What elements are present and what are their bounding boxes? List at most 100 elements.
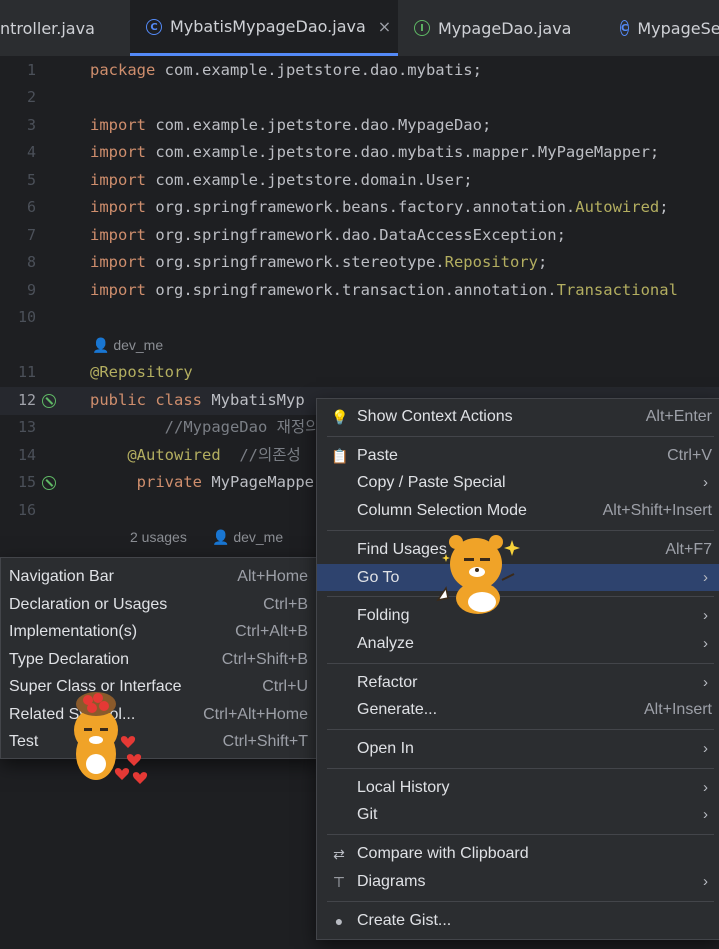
menu-item-label: Show Context Actions — [357, 408, 513, 425]
code-token: import — [90, 198, 156, 216]
code-line[interactable]: 5 import com.example.jpetstore.domain.Use… — [0, 167, 719, 195]
tab-controller[interactable]: ntroller.java — [0, 0, 130, 56]
menu-item-create-gist[interactable]: ● Create Gist... — [317, 907, 719, 934]
code-line[interactable]: 6 import org.springframework.beans.factor… — [0, 194, 719, 222]
menu-item-label: Refactor — [357, 673, 418, 691]
implemented-gutter-icon[interactable] — [42, 476, 56, 490]
menu-item-shortcut: Alt+Shift+Insert — [602, 502, 712, 520]
menu-item-show-context-actions[interactable]: 💡 Show Context Actions Alt+Enter — [317, 403, 719, 430]
submenu-item-navigation-bar[interactable]: Navigation Bar Alt+Home — [1, 563, 320, 590]
submenu-item-declaration-or-usages[interactable]: Declaration or Usages Ctrl+B — [1, 591, 320, 618]
submenu-item-super-class-or-interface[interactable]: Super Class or Interface Ctrl+U — [1, 673, 320, 700]
chevron-right-icon: › — [703, 872, 708, 890]
show-context-actions-icon: 💡 — [331, 409, 349, 425]
code-text: import com.example.jpetstore.dao.MypageD… — [90, 112, 491, 140]
line-number[interactable]: 11 — [0, 359, 36, 387]
code-line[interactable]: 9 import org.springframework.transaction.… — [0, 277, 719, 305]
ryan-hearts-sticker-icon — [74, 692, 148, 784]
menu-item-shortcut: Ctrl+Shift+B — [221, 650, 308, 668]
ryan-sticker-icon — [436, 535, 520, 614]
code-line[interactable]: 2 — [0, 84, 719, 112]
code-token: public class — [90, 391, 212, 409]
line-number[interactable]: 1 — [0, 57, 36, 85]
code-line[interactable]: 11 @Repository — [0, 359, 719, 387]
code-text: @Repository — [90, 359, 193, 387]
code-token: import — [90, 253, 156, 271]
code-token: import — [90, 116, 156, 134]
chevron-right-icon: › — [703, 673, 708, 691]
line-number[interactable]: 13 — [0, 414, 36, 442]
chevron-right-icon: › — [703, 806, 708, 824]
menu-item-label: Analyze — [357, 634, 414, 652]
line-number[interactable]: 6 — [0, 194, 36, 222]
code-line[interactable]: 4 import com.example.jpetstore.dao.mybati… — [0, 139, 719, 167]
code-line[interactable]: 10 — [0, 304, 719, 332]
submenu-item-type-declaration[interactable]: Type Declaration Ctrl+Shift+B — [1, 646, 320, 673]
code-text: //MypageDao 재정의 — [90, 414, 320, 442]
submenu-item-implementation-s[interactable]: Implementation(s) Ctrl+Alt+B — [1, 618, 320, 645]
menu-item-paste[interactable]: 📋 Paste Ctrl+V — [317, 442, 719, 469]
user-icon: 👤 — [212, 529, 230, 545]
menu-item-local-history[interactable]: Local History › — [317, 774, 719, 801]
menu-item-shortcut: Ctrl+Alt+B — [235, 623, 308, 640]
submenu-item-test[interactable]: Test Ctrl+Shift+T — [1, 728, 320, 755]
line-number[interactable]: 7 — [0, 222, 36, 250]
menu-item-label: Folding — [357, 607, 410, 625]
code-line[interactable]: 8 import org.springframework.stereotype.R… — [0, 249, 719, 277]
code-line[interactable]: 1 package com.example.jpetstore.dao.mybat… — [0, 57, 719, 85]
code-token: com.example.jpetstore.dao.MypageDao; — [155, 116, 492, 134]
line-number[interactable]: 8 — [0, 249, 36, 277]
code-token: private — [90, 473, 212, 491]
menu-item-column-selection-mode[interactable]: Column Selection Mode Alt+Shift+Insert — [317, 497, 719, 524]
line-number[interactable]: 16 — [0, 497, 36, 525]
code-token: org.springframework.beans.factory.annota… — [155, 198, 576, 216]
line-number[interactable]: 5 — [0, 167, 36, 195]
code-text: import org.springframework.stereotype.Re… — [90, 249, 547, 277]
menu-separator — [327, 729, 714, 730]
tab-mypage-dao[interactable]: I MypageDao.java — [414, 0, 604, 56]
code-token: com.example.jpetstore.dao.mybatis.mapper… — [155, 143, 660, 161]
code-token: //의존성 — [220, 446, 301, 464]
line-number[interactable]: 12 — [0, 387, 36, 415]
tab-mypage-service[interactable]: C MypageSe — [620, 0, 719, 56]
code-line[interactable]: 3 import com.example.jpetstore.dao.Mypage… — [0, 112, 719, 140]
chevron-right-icon: › — [703, 740, 708, 757]
author-hint[interactable]: 👤 dev_me — [92, 337, 163, 354]
menu-separator — [327, 662, 714, 664]
menu-item-git[interactable]: Git › — [317, 801, 719, 828]
menu-item-shortcut: Ctrl+Shift+T — [222, 733, 308, 750]
menu-item-open-in[interactable]: Open In › — [317, 735, 719, 762]
line-number[interactable]: 15 — [0, 469, 36, 497]
menu-item-compare-with-clipboard[interactable]: ⇄ Compare with Clipboard — [317, 840, 719, 867]
code-line[interactable]: 7 import org.springframework.dao.DataAcce… — [0, 222, 719, 250]
tab-mybatis-mypage-dao[interactable]: C MybatisMypageDao.java × — [130, 0, 398, 56]
menu-item-generate[interactable]: Generate... Alt+Insert — [317, 696, 719, 723]
menu-item-shortcut: Ctrl+V — [667, 446, 712, 464]
implemented-gutter-icon[interactable] — [42, 394, 56, 408]
code-token: Transactional — [556, 281, 678, 299]
code-text: package com.example.jpetstore.dao.mybati… — [90, 57, 482, 85]
author-hint[interactable]: 👤 dev_me — [212, 529, 283, 546]
close-icon[interactable]: × — [378, 17, 391, 36]
submenu-item-related-symbol[interactable]: Related Symbol... Ctrl+Alt+Home — [1, 701, 320, 728]
code-text: import com.example.jpetstore.domain.User… — [90, 167, 473, 195]
menu-item-analyze[interactable]: Analyze › — [317, 630, 719, 657]
menu-item-label: Diagrams — [357, 872, 426, 890]
tab-label: MypageSe — [637, 18, 719, 38]
user-icon: 👤 — [92, 337, 110, 353]
usages-hint[interactable]: 2 usages — [130, 529, 187, 545]
line-number[interactable]: 10 — [0, 304, 36, 332]
line-number[interactable]: 9 — [0, 277, 36, 305]
line-number[interactable]: 4 — [0, 139, 36, 167]
menu-item-shortcut: Ctrl+B — [263, 595, 308, 613]
code-token: Repository — [444, 253, 538, 271]
menu-item-diagrams[interactable]: ⊤ Diagrams › — [317, 868, 719, 895]
line-number[interactable]: 2 — [0, 84, 36, 112]
code-token: org.springframework.dao.DataAccessExcept… — [155, 226, 566, 244]
line-number[interactable]: 3 — [0, 112, 36, 140]
menu-item-label: Go To — [357, 568, 400, 586]
menu-item-refactor[interactable]: Refactor › — [317, 669, 719, 696]
menu-item-copy-paste-special[interactable]: Copy / Paste Special › — [317, 469, 719, 496]
code-token: package — [90, 61, 165, 79]
line-number[interactable]: 14 — [0, 442, 36, 470]
